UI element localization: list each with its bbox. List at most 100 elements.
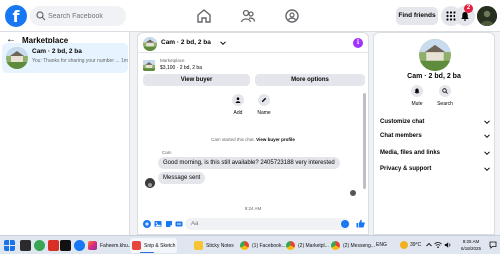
search-in-chat-icon <box>442 88 448 94</box>
chat-header: Cam · 2 bd, 2 ba i <box>138 33 368 53</box>
chevron-down-icon <box>484 167 490 172</box>
chat-start-note: Cam started this chat. View buyer profil… <box>138 137 368 142</box>
sender-name: Cam <box>162 150 172 155</box>
info-icon[interactable]: i <box>353 38 363 48</box>
mute-action[interactable]: Mute <box>404 85 430 107</box>
top-navigation-bar: f Find friends 2 <box>0 0 500 32</box>
notification-badge: 2 <box>464 4 473 13</box>
groups-icon[interactable] <box>284 8 300 24</box>
name-action[interactable]: Name <box>249 94 279 116</box>
thumbs-up-icon[interactable] <box>356 219 365 228</box>
chrome-icon <box>331 241 340 250</box>
incoming-message[interactable]: Good morning, is this still available? 2… <box>158 157 340 169</box>
more-options-button[interactable]: More options <box>255 74 365 86</box>
chat-members-label: Chat members <box>380 133 422 139</box>
plus-circle-icon[interactable] <box>143 220 151 228</box>
customize-chat-section[interactable]: Customize chat <box>380 115 490 129</box>
listing-thumbnail <box>6 47 28 69</box>
sticky-notes-icon <box>194 241 203 250</box>
emoji-icon[interactable] <box>341 220 349 228</box>
message-input[interactable] <box>185 218 350 230</box>
friends-icon[interactable] <box>240 8 256 24</box>
notification-center-icon[interactable] <box>489 241 497 249</box>
chrome-icon <box>286 241 295 250</box>
listing-source-label: Marketplace <box>160 58 185 63</box>
windows-taskbar: Faheem.khu... Snip & Sketch Sticky Notes… <box>0 235 500 254</box>
add-person-icon <box>235 97 241 103</box>
chat-scrollbar[interactable] <box>363 93 366 189</box>
green-app-icon[interactable] <box>34 240 45 251</box>
chrome-icon <box>240 241 249 250</box>
chat-details-panel: Cam · 2 bd, 2 ba Mute Search Customize c… <box>373 32 495 235</box>
search-box[interactable] <box>30 6 126 26</box>
chevron-down-icon <box>484 134 490 139</box>
language-indicator[interactable]: ENG <box>376 242 387 248</box>
find-friends-button[interactable]: Find friends <box>396 7 438 25</box>
taskbar-app-instagram[interactable]: Faheem.khu... <box>88 238 132 253</box>
search-label: Search <box>437 101 453 107</box>
sender-avatar[interactable] <box>145 178 155 188</box>
chat-start-text: Cam started this chat. <box>211 137 255 142</box>
snip-icon <box>132 241 141 250</box>
sun-icon <box>400 241 408 249</box>
taskbar-app-sticky-notes[interactable]: Sticky Notes <box>194 238 234 253</box>
sticker-icon[interactable] <box>165 220 173 228</box>
taskbar-app-facebook[interactable]: (1) Facebook... <box>240 238 286 253</box>
clock[interactable]: 9:25 AM 6/18/2025 <box>456 238 486 252</box>
message-composer <box>138 214 368 234</box>
chevron-up-icon[interactable] <box>425 241 433 249</box>
chevron-down-icon <box>484 120 490 125</box>
tiktok-icon[interactable] <box>60 240 71 251</box>
listing-summary[interactable]: Marketplace $3,100 · 2 bd, 2 ba <box>143 57 363 73</box>
listing-price: $3,100 · 2 bd, 2 ba <box>160 65 202 71</box>
weather-widget[interactable]: 39°C <box>400 241 421 249</box>
name-label: Name <box>257 110 271 116</box>
conversation-name: Cam · 2 bd, 2 ba <box>32 48 82 55</box>
marketplace-sidebar: ← Marketplace Cam · 2 bd, 2 ba You: Than… <box>0 32 130 235</box>
details-name: Cam · 2 bd, 2 ba <box>407 73 461 80</box>
wifi-icon[interactable] <box>434 241 442 249</box>
home-icon[interactable] <box>196 8 212 24</box>
listing-avatar[interactable] <box>419 39 451 71</box>
privacy-support-label: Privacy & support <box>380 166 432 172</box>
chat-members-section[interactable]: Chat members <box>380 129 490 143</box>
clock-date: 6/18/2025 <box>460 246 482 251</box>
task-view-icon[interactable] <box>20 240 31 251</box>
bell-mute-icon <box>414 88 420 94</box>
taskbar-app-label: Faheem.khu... <box>100 242 132 249</box>
conversation-preview: You: Thanks for sharing your number ... … <box>32 58 128 64</box>
seen-avatar-indicator <box>350 190 356 196</box>
message-sent-bubble[interactable]: Message sent <box>158 172 206 184</box>
facebook-logo-icon[interactable]: f <box>5 5 27 27</box>
chat-title[interactable]: Cam · 2 bd, 2 ba <box>161 39 211 46</box>
chat-header-thumbnail <box>143 37 157 51</box>
media-files-links-label: Media, files and links <box>380 150 441 156</box>
windows-start-icon[interactable] <box>4 240 15 251</box>
weather-temperature: 39°C <box>410 242 422 248</box>
listing-summary-thumbnail <box>143 59 155 71</box>
taskbar-app-messenger[interactable]: (2) Messeng... <box>331 238 375 253</box>
chevron-down-icon <box>484 151 490 156</box>
pencil-icon <box>261 97 267 103</box>
profile-avatar[interactable] <box>477 6 497 26</box>
view-buyer-profile-link[interactable]: View buyer profile <box>256 137 295 142</box>
volume-icon[interactable] <box>444 241 452 249</box>
photo-icon[interactable] <box>154 220 162 228</box>
taskbar-app-snip[interactable]: Snip & Sketch <box>130 238 178 253</box>
gif-icon[interactable] <box>175 220 183 228</box>
taskbar-app-label: (2) Marketpl... <box>298 242 329 249</box>
search-action[interactable]: Search <box>432 85 458 107</box>
search-input[interactable] <box>48 9 122 23</box>
search-icon <box>36 11 46 21</box>
taskbar-app-label: Snip & Sketch <box>144 242 176 249</box>
taskbar-app-label: Sticky Notes <box>206 242 234 249</box>
red-app-icon[interactable] <box>48 240 59 251</box>
conversation-item[interactable]: Cam · 2 bd, 2 ba You: Thanks for sharing… <box>2 43 128 73</box>
privacy-support-section[interactable]: Privacy & support <box>380 162 490 176</box>
customize-chat-label: Customize chat <box>380 119 425 125</box>
chevron-down-icon[interactable] <box>220 40 226 46</box>
view-buyer-button[interactable]: View buyer <box>143 74 250 86</box>
facebook-taskbar-icon[interactable] <box>74 240 85 251</box>
taskbar-app-marketplace[interactable]: (2) Marketpl... <box>286 238 329 253</box>
media-files-links-section[interactable]: Media, files and links <box>380 146 490 160</box>
